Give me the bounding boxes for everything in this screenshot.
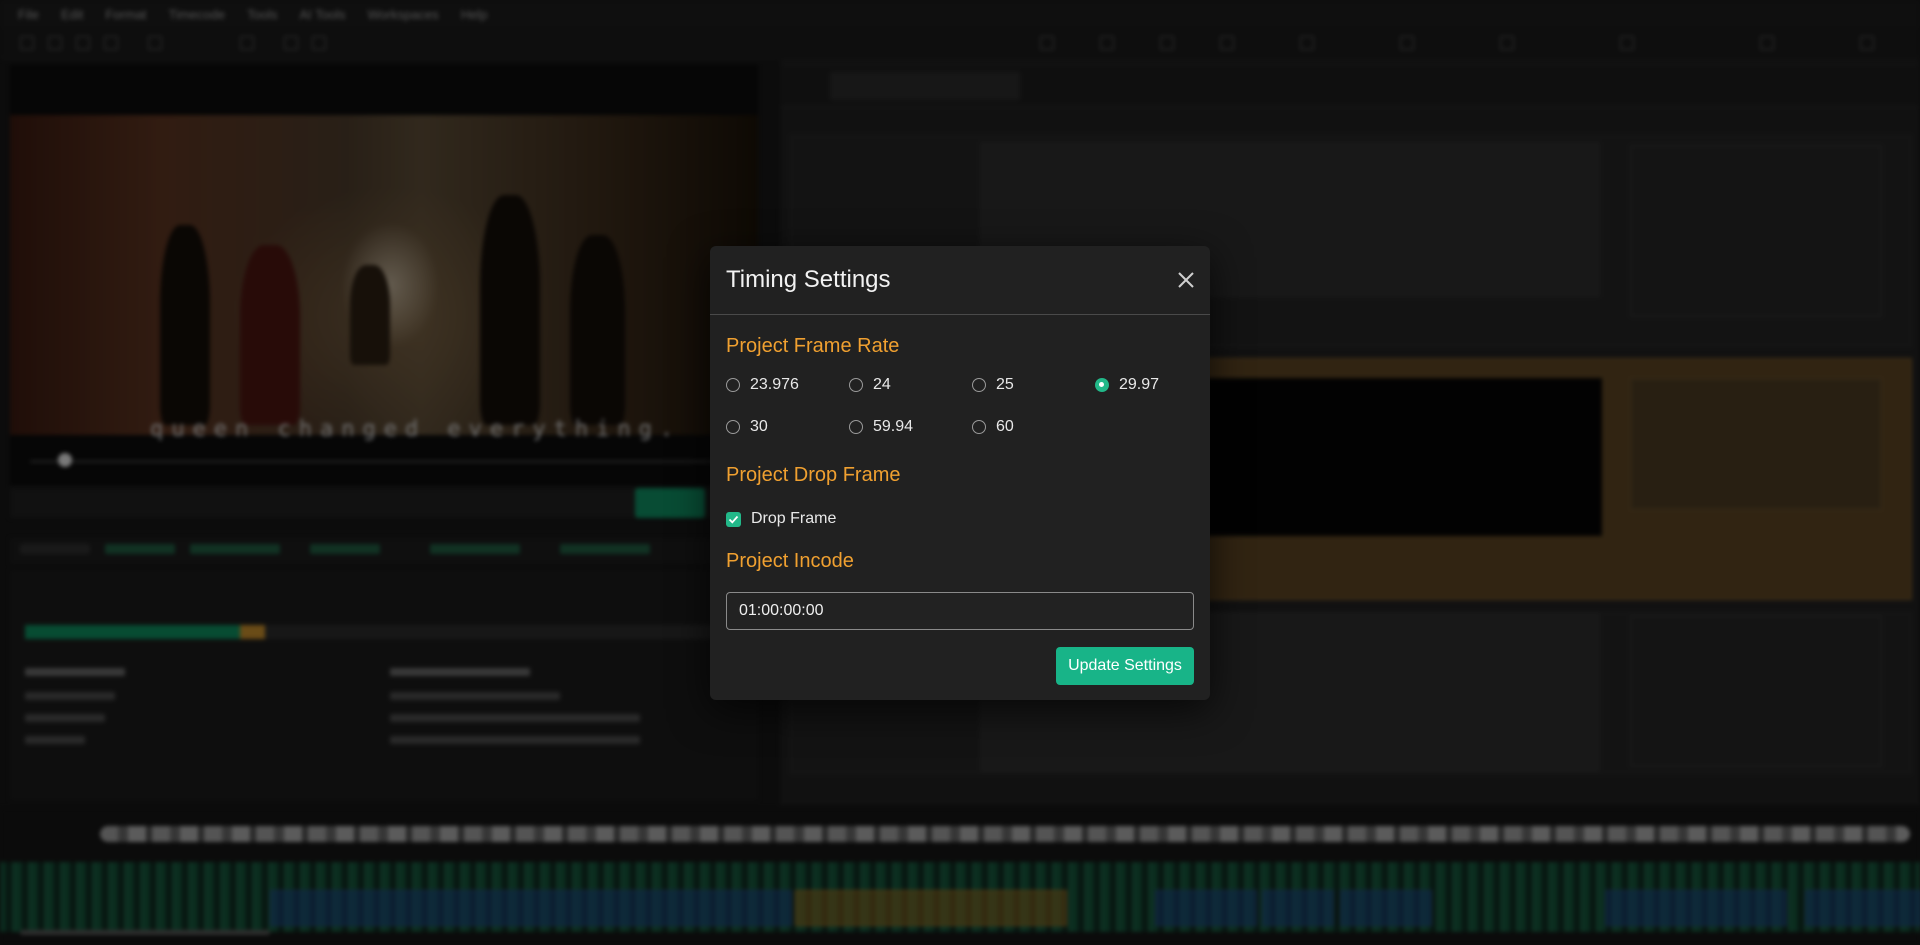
dialog-title: Timing Settings (726, 266, 891, 293)
frame-rate-label: 25 (996, 376, 1014, 393)
drop-frame-heading: Project Drop Frame (726, 464, 901, 486)
dialog-header: Timing Settings (710, 246, 1210, 315)
checkbox-checked-icon (726, 511, 741, 527)
radio-icon (726, 420, 740, 434)
radio-icon (849, 378, 863, 392)
drop-frame-checkbox[interactable]: Drop Frame (726, 510, 836, 528)
drop-frame-label: Drop Frame (751, 510, 837, 527)
frame-rate-option-23976[interactable]: 23.976 (726, 376, 799, 394)
frame-rate-option-60[interactable]: 60 (972, 418, 1014, 436)
frame-rate-option-30[interactable]: 30 (726, 418, 768, 436)
radio-icon (849, 420, 863, 434)
frame-rate-label: 30 (750, 418, 768, 435)
radio-icon (972, 420, 986, 434)
frame-rate-option-24[interactable]: 24 (849, 376, 891, 394)
frame-rate-label: 29.97 (1119, 376, 1160, 393)
frame-rate-label: 60 (996, 418, 1014, 435)
timing-settings-dialog: Timing Settings Project Frame Rate 23.97… (710, 246, 1210, 700)
radio-icon (726, 378, 740, 392)
frame-rate-label: 59.94 (873, 418, 914, 435)
frame-rate-option-25[interactable]: 25 (972, 376, 1014, 394)
frame-rate-heading: Project Frame Rate (726, 335, 900, 357)
frame-rate-option-5994[interactable]: 59.94 (849, 418, 913, 436)
radio-checked-icon (1095, 378, 1109, 392)
update-settings-button[interactable]: Update Settings (1056, 647, 1194, 685)
incode-heading: Project Incode (726, 550, 854, 572)
frame-rate-option-2997[interactable]: 29.97 (1095, 376, 1159, 394)
close-icon (1178, 272, 1194, 288)
frame-rate-label: 23.976 (750, 376, 799, 393)
frame-rate-label: 24 (873, 376, 891, 393)
radio-icon (972, 378, 986, 392)
close-button[interactable] (1172, 266, 1200, 294)
incode-input[interactable] (726, 592, 1194, 630)
